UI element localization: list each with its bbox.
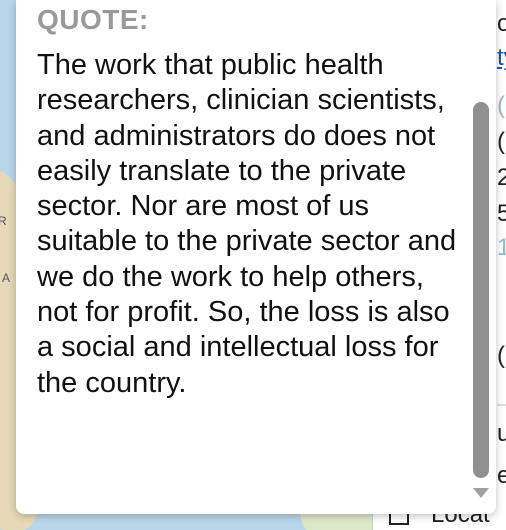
- side-panel-text: (: [497, 92, 505, 119]
- quote-label: QUOTE:: [37, 4, 149, 35]
- scroll-down-arrow-icon[interactable]: [473, 488, 489, 498]
- side-panel-text: (: [497, 128, 505, 155]
- map-label: A: [2, 271, 12, 285]
- popup-scrollbar[interactable]: [471, 88, 491, 508]
- side-panel-text: (: [497, 342, 505, 369]
- scrollbar-thumb[interactable]: [473, 102, 489, 478]
- quote-popup: QUOTE: The work that public health resea…: [16, 0, 496, 514]
- side-panel-text: o: [497, 10, 506, 37]
- side-panel-text: 1: [497, 234, 506, 261]
- quote-text: The work that public health researchers,…: [37, 49, 457, 399]
- side-panel-heading: u: [497, 420, 506, 447]
- side-panel-link[interactable]: ty: [497, 44, 506, 72]
- side-panel-text: 5: [497, 200, 506, 227]
- divider: [497, 404, 506, 406]
- side-panel-text: 2: [497, 164, 506, 191]
- map-label: R: [0, 214, 8, 228]
- side-panel-text: e: [497, 462, 506, 489]
